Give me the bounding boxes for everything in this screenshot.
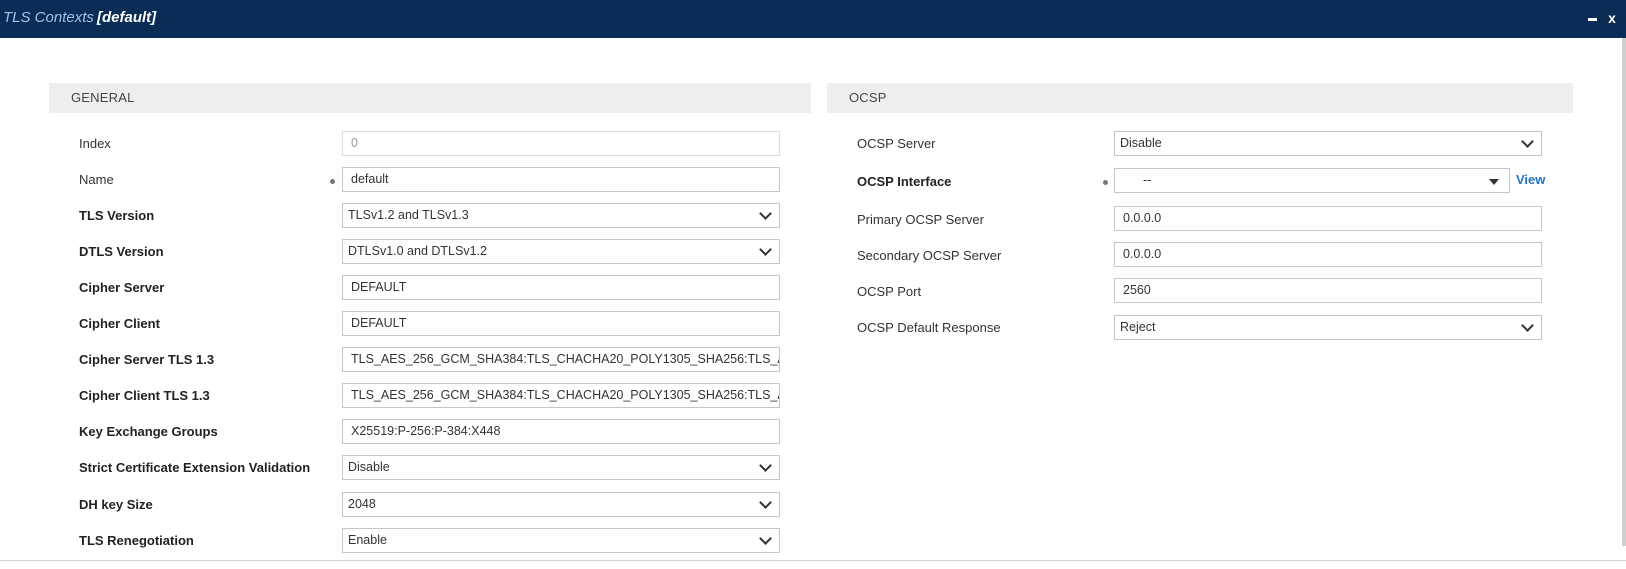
key-exchange-groups-field[interactable]: X25519:P-256:P-384:X448 (342, 419, 780, 444)
strict-cert-ext-validation-label: Strict Certificate Extension Validation (79, 460, 311, 475)
cipher-client-label: Cipher Client (79, 316, 160, 331)
strict-cert-ext-validation-select[interactable]: Disable (342, 455, 780, 480)
ocsp-server-value: Disable (1120, 136, 1162, 150)
chevron-down-icon (759, 243, 772, 256)
required-indicator (1103, 180, 1108, 185)
tls-renegotiation-label: TLS Renegotiation (79, 533, 194, 548)
chevron-down-icon (759, 496, 772, 509)
key-exchange-groups-label: Key Exchange Groups (79, 424, 218, 439)
ocsp-default-response-select[interactable]: Reject (1114, 315, 1542, 340)
chevron-down-icon (1521, 319, 1534, 332)
name-label: Name (79, 172, 114, 187)
cipher-server-field[interactable]: DEFAULT (342, 275, 780, 300)
primary-ocsp-server-field[interactable]: 0.0.0.0 (1114, 206, 1542, 231)
cipher-server-tls13-field[interactable]: TLS_AES_256_GCM_SHA384:TLS_CHACHA20_POLY… (342, 347, 780, 372)
strict-cert-ext-validation-value: Disable (348, 460, 390, 474)
tls-version-value: TLSv1.2 and TLSv1.3 (348, 208, 469, 222)
ocsp-server-select[interactable]: Disable (1114, 131, 1542, 156)
chevron-down-icon (759, 459, 772, 472)
window-subtitle: [default] (97, 9, 157, 26)
chevron-down-icon (1521, 135, 1534, 148)
ocsp-interface-label: OCSP Interface (857, 174, 952, 189)
general-section-header: GENERAL (49, 83, 811, 113)
vertical-scrollbar[interactable] (1622, 38, 1626, 546)
ocsp-server-label: OCSP Server (857, 136, 936, 151)
chevron-down-icon (759, 532, 772, 545)
dtls-version-select[interactable]: DTLSv1.0 and DTLSv1.2 (342, 239, 780, 264)
dh-key-size-label: DH key Size (79, 497, 153, 512)
bottom-divider (0, 560, 1626, 561)
cipher-server-tls13-label: Cipher Server TLS 1.3 (79, 352, 215, 367)
chevron-down-icon (759, 207, 772, 220)
ocsp-interface-select[interactable]: -- (1114, 168, 1510, 193)
dtls-version-label: DTLS Version (79, 244, 164, 259)
index-field[interactable]: 0 (342, 131, 780, 156)
required-indicator (330, 179, 335, 184)
cipher-client-tls13-label: Cipher Client TLS 1.3 (79, 388, 210, 403)
ocsp-section-header: OCSP (827, 83, 1573, 113)
index-label: Index (79, 136, 111, 151)
caret-down-icon (1489, 179, 1499, 185)
tls-version-select[interactable]: TLSv1.2 and TLSv1.3 (342, 203, 780, 228)
dh-key-size-select[interactable]: 2048 (342, 492, 780, 517)
ocsp-port-field[interactable]: 2560 (1114, 278, 1542, 303)
name-field[interactable]: default (342, 167, 780, 192)
window-title: TLS Contexts (3, 9, 94, 26)
ocsp-default-response-label: OCSP Default Response (857, 320, 1001, 335)
cipher-client-tls13-field[interactable]: TLS_AES_256_GCM_SHA384:TLS_CHACHA20_POLY… (342, 383, 780, 408)
minimize-icon (1587, 18, 1597, 21)
close-button[interactable]: x (1604, 8, 1620, 28)
tls-version-label: TLS Version (79, 208, 155, 223)
tls-renegotiation-select[interactable]: Enable (342, 528, 780, 553)
cipher-server-label: Cipher Server (79, 280, 165, 295)
secondary-ocsp-server-field[interactable]: 0.0.0.0 (1114, 242, 1542, 267)
window-titlebar: TLS Contexts [default] x (0, 0, 1626, 38)
tls-renegotiation-value: Enable (348, 533, 387, 547)
dh-key-size-value: 2048 (348, 497, 376, 511)
ocsp-interface-view-link[interactable]: View (1516, 172, 1545, 187)
ocsp-port-label: OCSP Port (857, 284, 922, 299)
secondary-ocsp-server-label: Secondary OCSP Server (857, 248, 1002, 263)
primary-ocsp-server-label: Primary OCSP Server (857, 212, 984, 227)
dtls-version-value: DTLSv1.0 and DTLSv1.2 (348, 244, 487, 258)
minimize-button[interactable] (1584, 8, 1600, 28)
ocsp-interface-value: -- (1143, 173, 1152, 187)
ocsp-default-response-value: Reject (1120, 320, 1156, 334)
cipher-client-field[interactable]: DEFAULT (342, 311, 780, 336)
